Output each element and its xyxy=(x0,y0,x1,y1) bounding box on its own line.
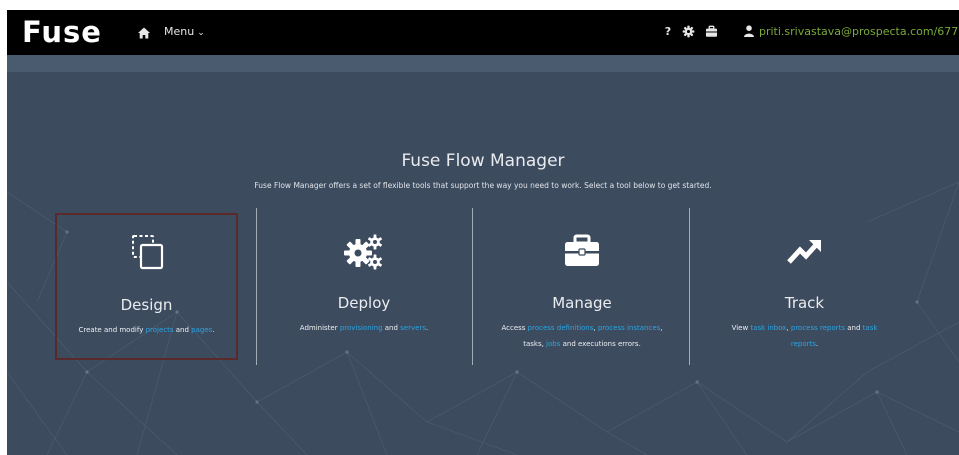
page-subtitle: Fuse Flow Manager offers a set of flexib… xyxy=(254,181,712,190)
tool-name: Manage xyxy=(552,294,612,312)
app-frame: Fuse Menu ⌄ ? priti.srivastava@prospecta… xyxy=(7,10,959,455)
sub-header-strip xyxy=(7,55,959,72)
page-title: Fuse Flow Manager xyxy=(401,151,565,171)
task-inbox-link[interactable]: task inbox xyxy=(750,324,786,332)
menu-dropdown[interactable]: Menu ⌄ xyxy=(164,24,205,41)
tool-card-track[interactable]: Track View task inbox, process reports a… xyxy=(717,213,892,360)
gear-icon[interactable] xyxy=(681,25,695,41)
tool-description: View task inbox, process reports and tas… xyxy=(731,324,878,348)
process-instances-link[interactable]: process instances xyxy=(598,324,660,332)
process-definitions-link[interactable]: process definitions xyxy=(528,324,594,332)
top-navbar: Fuse Menu ⌄ ? priti.srivastava@prospecta… xyxy=(7,10,959,55)
column-divider xyxy=(689,208,690,365)
briefcase-icon[interactable] xyxy=(704,25,718,41)
tool-card-deploy[interactable]: Deploy Administer provisioning and serve… xyxy=(269,213,459,360)
briefcase-icon xyxy=(562,231,602,275)
jobs-link[interactable]: jobs xyxy=(546,340,560,348)
user-icon xyxy=(744,25,754,37)
copy-icon xyxy=(127,233,167,277)
home-icon[interactable] xyxy=(137,25,151,39)
tool-card-manage[interactable]: Manage Access process definitions, proce… xyxy=(497,213,667,360)
user-account-menu[interactable]: priti.srivastava@prospecta.com/677761⌄ xyxy=(744,24,959,41)
menu-label: Menu xyxy=(164,25,195,38)
projects-link[interactable]: projects xyxy=(146,326,174,334)
help-icon[interactable]: ? xyxy=(661,24,675,40)
servers-link[interactable]: servers xyxy=(400,324,426,332)
pages-link[interactable]: pages xyxy=(191,326,212,334)
tool-name: Design xyxy=(120,296,173,314)
provisioning-link[interactable]: provisioning xyxy=(340,324,383,332)
tool-description: Administer provisioning and servers. xyxy=(299,324,429,332)
tool-description: Access process definitions, process inst… xyxy=(501,324,663,348)
trend-arrow-icon xyxy=(785,231,825,275)
column-divider xyxy=(472,208,473,365)
tool-name: Track xyxy=(784,294,825,312)
tool-name: Deploy xyxy=(337,294,391,312)
tool-card-design[interactable]: Design Create and modify projects and pa… xyxy=(55,213,238,360)
user-email: priti.srivastava@prospecta.com/677761 xyxy=(759,25,959,38)
tool-description: Create and modify projects and pages. xyxy=(78,326,215,334)
fuse-logo[interactable]: Fuse xyxy=(22,15,102,49)
column-divider xyxy=(256,208,257,365)
chevron-down-icon: ⌄ xyxy=(197,28,205,38)
process-reports-link[interactable]: process reports xyxy=(791,324,845,332)
cogs-icon xyxy=(342,231,386,275)
